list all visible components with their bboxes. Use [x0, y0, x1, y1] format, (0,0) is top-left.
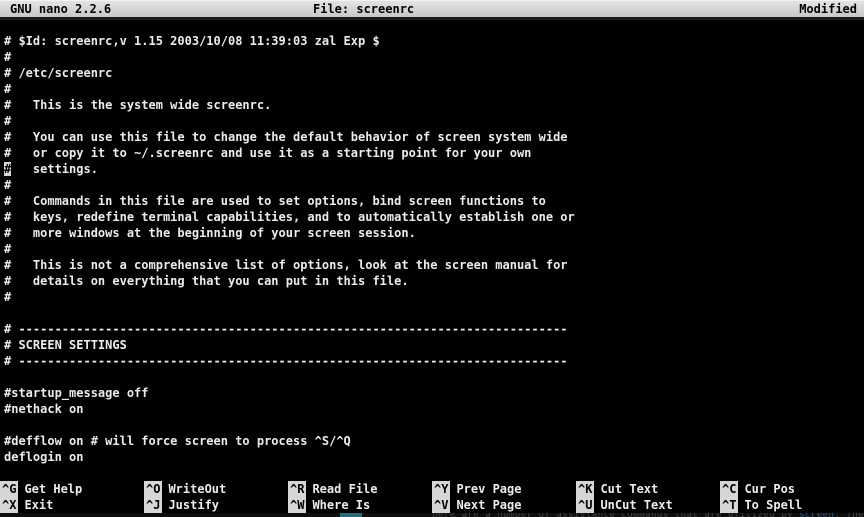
modified-badge: Modified [799, 1, 857, 17]
shortcut-justify[interactable]: ^J Justify [144, 497, 288, 513]
shortcut-label: Where Is [312, 498, 370, 512]
editor-line[interactable] [0, 417, 864, 433]
shortcut-key: ^W [288, 497, 306, 513]
ghost-text-suffix: . The text of [834, 513, 864, 517]
shortcut-key: ^C [720, 481, 738, 497]
editor-line[interactable]: # [0, 289, 864, 305]
editor-line[interactable]: # [0, 241, 864, 257]
shortcut-prev-page[interactable]: ^Y Prev Page [432, 481, 576, 497]
shortcut-get-help[interactable]: ^G Get Help [0, 481, 144, 497]
shortcut-key: ^V [432, 497, 450, 513]
editor-line[interactable]: # [0, 81, 864, 97]
shortcut-label: Justify [168, 498, 219, 512]
editor-line[interactable]: # [0, 49, 864, 65]
editor-line[interactable]: #defflow on # will force screen to proce… [0, 433, 864, 449]
editor-line[interactable]: # --------------------------------------… [0, 321, 864, 337]
shortcut-key: ^X [0, 497, 18, 513]
editor-line[interactable]: # This is the system wide screenrc. [0, 97, 864, 113]
text-cursor: # [4, 162, 11, 176]
shortcut-cur-pos[interactable]: ^C Cur Pos [720, 481, 864, 497]
editor-line[interactable]: # $Id: screenrc,v 1.15 2003/10/08 11:39:… [0, 33, 864, 49]
shortcut-next-page[interactable]: ^V Next Page [432, 497, 576, 513]
shortcut-label: Cur Pos [744, 482, 795, 496]
editor-line[interactable]: # settings. [0, 161, 864, 177]
ghost-text-prefix: here are a number of assistance commands… [432, 513, 799, 517]
shortcut-where-is[interactable]: ^W Where Is [288, 497, 432, 513]
app-version: GNU nano 2.2.6 [10, 1, 111, 17]
shortcut-row-2: ^X Exit ^J Justify ^W Where Is ^V Next Page ^U Un… [0, 497, 864, 513]
shortcut-uncut-text[interactable]: ^U UnCut Text [576, 497, 720, 513]
shortcut-key: ^G [0, 481, 18, 497]
shortcut-label: UnCut Text [600, 498, 672, 512]
shortcut-label: Exit [24, 498, 53, 512]
editor-line[interactable]: #nethack on [0, 401, 864, 417]
shortcut-key: ^O [144, 481, 162, 497]
editor-line[interactable]: # or copy it to ~/.screenrc and use it a… [0, 145, 864, 161]
editor-line[interactable]: # more windows at the beginning of your … [0, 225, 864, 241]
editor-line[interactable]: # SCREEN SETTINGS [0, 337, 864, 353]
shortcut-label: To Spell [744, 498, 802, 512]
editor-line[interactable]: # /etc/screenrc [0, 65, 864, 81]
editor-area[interactable]: # $Id: screenrc,v 1.15 2003/10/08 11:39:… [0, 17, 864, 465]
editor-line[interactable]: # --------------------------------------… [0, 353, 864, 369]
shortcut-label: Get Help [24, 482, 82, 496]
shortcut-exit[interactable]: ^X Exit [0, 497, 144, 513]
shortcut-read-file[interactable]: ^R Read File [288, 481, 432, 497]
shortcut-key: ^U [576, 497, 594, 513]
shortcut-row-1: ^G Get Help ^O WriteOut ^R Read File ^Y Prev Pa… [0, 481, 864, 497]
shortcut-cut-text[interactable]: ^K Cut Text [576, 481, 720, 497]
shortcut-key: ^R [288, 481, 306, 497]
shortcut-label: Cut Text [600, 482, 658, 496]
editor-line[interactable]: # This is not a comprehensive list of op… [0, 257, 864, 273]
background-window-sliver: here are a number of assistance commands… [0, 513, 864, 517]
shortcut-label: WriteOut [168, 482, 226, 496]
shortcut-writeout[interactable]: ^O WriteOut [144, 481, 288, 497]
editor-line[interactable]: # [0, 113, 864, 129]
shortcut-key: ^Y [432, 481, 450, 497]
editor-line[interactable]: # Commands in this file are used to set … [0, 193, 864, 209]
shortcut-label: Prev Page [456, 482, 521, 496]
shortcut-key: ^T [720, 497, 738, 513]
shortcut-key: ^J [144, 497, 162, 513]
editor-line[interactable] [0, 305, 864, 321]
editor-line[interactable]: # [0, 177, 864, 193]
background-ghost-text: here are a number of assistance commands… [432, 513, 864, 517]
file-name: File: screenrc [313, 1, 414, 17]
shortcut-label: Next Page [456, 498, 521, 512]
terminal-window: GNU nano 2.2.6 File: screenrc Modified #… [0, 0, 864, 517]
editor-line[interactable]: # keys, redefine terminal capabilities, … [0, 209, 864, 225]
shortcut-to-spell[interactable]: ^T To Spell [720, 497, 864, 513]
editor-line[interactable] [0, 369, 864, 385]
editor-line[interactable] [0, 17, 864, 33]
editor-line[interactable]: # You can use this file to change the de… [0, 129, 864, 145]
shortcut-key: ^K [576, 481, 594, 497]
shortcut-label: Read File [312, 482, 377, 496]
ghost-text-link: screen [799, 513, 835, 517]
background-teal-block [340, 513, 362, 517]
editor-line[interactable]: # details on everything that you can put… [0, 273, 864, 289]
editor-line[interactable]: #startup_message off [0, 385, 864, 401]
editor-line[interactable]: deflogin on [0, 449, 864, 465]
nano-titlebar: GNU nano 2.2.6 File: screenrc Modified [0, 0, 864, 17]
